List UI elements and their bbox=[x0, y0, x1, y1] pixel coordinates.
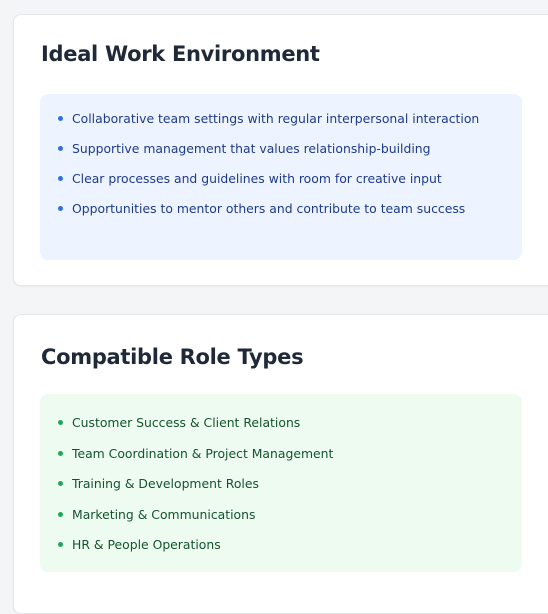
list-item-text: HR & People Operations bbox=[72, 537, 221, 552]
list-item: Collaborative team settings with regular… bbox=[58, 109, 510, 128]
list-item-text: Collaborative team settings with regular… bbox=[72, 111, 480, 126]
compatible-role-types-card: Compatible Role Types Customer Success &… bbox=[13, 314, 548, 614]
dot-bullet-icon bbox=[58, 481, 63, 486]
dot-bullet-icon bbox=[58, 511, 63, 517]
list-item: Customer Success & Client Relations bbox=[58, 413, 510, 432]
environment-list: Collaborative team settings with regular… bbox=[58, 109, 510, 218]
list-item: Opportunities to mentor others and contr… bbox=[58, 199, 510, 218]
list-item: Marketing & Communications bbox=[58, 505, 510, 524]
list-item-text: Team Coordination & Project Management bbox=[72, 445, 334, 461]
card-title: Compatible Role Types bbox=[41, 345, 304, 369]
dot-bullet-icon bbox=[58, 420, 63, 425]
list-item: HR & People Operations bbox=[58, 535, 510, 554]
list-item-text: Supportive management that values relati… bbox=[72, 141, 431, 156]
list-item-text: Opportunities to mentor others and contr… bbox=[72, 201, 466, 216]
list-item: Team Coordination & Project Management bbox=[58, 444, 510, 463]
dot-bullet-icon bbox=[58, 176, 63, 181]
ideal-work-environment-card: Ideal Work Environment Collaborative tea… bbox=[13, 14, 548, 286]
list-item-text: Customer Success & Client Relations bbox=[72, 415, 301, 430]
card-title: Ideal Work Environment bbox=[41, 42, 320, 66]
list-item: Clear processes and guidelines with room… bbox=[58, 169, 510, 188]
dot-bullet-icon bbox=[58, 206, 63, 211]
dot-bullet-icon bbox=[58, 146, 63, 151]
environment-panel: Collaborative team settings with regular… bbox=[40, 94, 522, 260]
list-item: Training & Development Roles bbox=[58, 474, 510, 493]
list-item-text: Clear processes and guidelines with room… bbox=[72, 171, 442, 186]
roles-list: Customer Success & Client Relations Team… bbox=[58, 413, 510, 554]
list-item-text: Marketing & Communications bbox=[72, 506, 256, 522]
roles-panel: Customer Success & Client Relations Team… bbox=[40, 394, 522, 572]
dot-bullet-icon bbox=[58, 450, 63, 456]
dot-bullet-icon bbox=[58, 116, 63, 121]
dot-bullet-icon bbox=[58, 542, 63, 547]
list-item: Supportive management that values relati… bbox=[58, 139, 510, 158]
list-item-text: Training & Development Roles bbox=[72, 476, 259, 491]
